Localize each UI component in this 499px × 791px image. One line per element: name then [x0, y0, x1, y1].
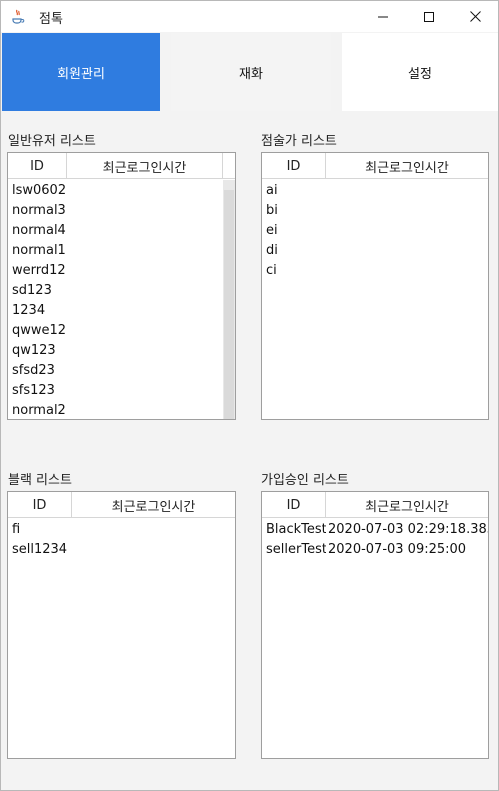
table-row[interactable]: normal3 — [8, 200, 223, 220]
table-row[interactable]: sfs123 — [8, 380, 223, 400]
scrollbar-thumb[interactable] — [224, 190, 234, 419]
column-header-label: ID — [30, 158, 44, 174]
cell-id: sell1234 — [12, 541, 68, 557]
table-row[interactable]: werrd12 — [8, 260, 223, 280]
table-header: ID 최근로그인시간 — [262, 153, 488, 179]
table-row[interactable]: qwwe12 — [8, 320, 223, 340]
cell-id: sfsd23 — [12, 362, 55, 378]
general-users-label: 일반유저 리스트 — [8, 134, 96, 149]
table-row[interactable]: BlackTest12020-07-03 02:29:18.383 — [262, 519, 488, 539]
cell-id: normal1 — [12, 242, 66, 258]
table-header: ID 최근로그인시간 — [8, 492, 235, 518]
cell-id: di — [266, 242, 278, 258]
cell-id: normal3 — [12, 202, 66, 218]
fortune-tellers-table[interactable]: ID 최근로그인시간 ai bi ei di ci — [261, 152, 489, 420]
tab-settings[interactable]: 설정 — [342, 33, 498, 111]
general-users-table[interactable]: ID 최근로그인시간 lsw0602 normal3 normal4 norma… — [7, 152, 236, 420]
cell-id: normal4 — [12, 222, 66, 238]
table-row[interactable]: ai — [262, 180, 488, 200]
table-row[interactable]: sellerTest12020-07-03 09:25:00 — [262, 539, 488, 559]
column-header-id[interactable]: ID — [8, 492, 72, 518]
java-app-icon — [10, 8, 26, 24]
cell-id: werrd12 — [12, 262, 66, 278]
table-row[interactable]: qw123 — [8, 340, 223, 360]
column-header-id[interactable]: ID — [262, 492, 326, 518]
close-icon — [469, 11, 481, 22]
cell-id: 1234 — [12, 302, 46, 318]
column-header-label: 최근로그인시간 — [111, 499, 196, 515]
column-header-id[interactable]: ID — [8, 153, 67, 179]
column-header-label: 최근로그인시간 — [365, 160, 449, 176]
column-header-label: 최근로그인시간 — [365, 499, 449, 515]
table-row[interactable]: normal2 — [8, 400, 223, 419]
cell-id: sfs123 — [12, 382, 55, 398]
maximize-button[interactable] — [406, 1, 452, 32]
table-body: ai bi ei di ci — [262, 180, 488, 280]
table-body: fi sell1234 — [8, 519, 235, 559]
cell-id: sd123 — [12, 282, 52, 298]
maximize-icon — [424, 11, 434, 22]
minimize-button[interactable] — [360, 1, 406, 32]
table-row[interactable]: lsw0602 — [8, 180, 223, 200]
table-body: lsw0602 normal3 normal4 normal1 werrd12 … — [8, 180, 223, 419]
cell-id: qwwe12 — [12, 322, 67, 338]
black-list-label: 블랙 리스트 — [8, 473, 72, 488]
column-header-id[interactable]: ID — [262, 153, 326, 179]
cell-id: fi — [12, 521, 21, 537]
cell-id: ei — [266, 222, 278, 238]
table-row[interactable]: normal4 — [8, 220, 223, 240]
cell-id: normal2 — [12, 402, 66, 418]
cell-id: lsw0602 — [12, 182, 67, 198]
table-row[interactable]: sfsd23 — [8, 360, 223, 380]
vertical-scrollbar[interactable] — [223, 180, 235, 419]
table-header: ID 최근로그인시간 — [8, 153, 235, 179]
column-header-label: ID — [32, 497, 47, 513]
app-window: 점톡 회원관리 재화 설정 일반유저 리스트 ID 최근로그인시간 lsw060… — [0, 0, 499, 791]
tab-settings-label: 설정 — [408, 66, 432, 82]
column-header-label: ID — [286, 497, 301, 513]
minimize-icon — [378, 16, 388, 17]
table-header: ID 최근로그인시간 — [262, 492, 488, 518]
tab-member-management[interactable]: 회원관리 — [2, 33, 160, 111]
fortune-tellers-label: 점술가 리스트 — [261, 134, 337, 149]
table-body: BlackTest12020-07-03 02:29:18.383 seller… — [262, 519, 488, 559]
black-list-table[interactable]: ID 최근로그인시간 fi sell1234 — [7, 491, 236, 759]
table-row[interactable]: normal1 — [8, 240, 223, 260]
column-header-last-login[interactable]: 최근로그인시간 — [326, 153, 488, 179]
table-row[interactable]: ci — [262, 260, 488, 280]
close-button[interactable] — [452, 1, 498, 32]
window-title: 점톡 — [39, 12, 63, 27]
approval-list-table[interactable]: ID 최근로그인시간 BlackTest12020-07-03 02:29:18… — [261, 491, 489, 759]
cell-id: bi — [266, 202, 278, 218]
table-row[interactable]: bi — [262, 200, 488, 220]
table-row[interactable]: sd123 — [8, 280, 223, 300]
tab-member-management-label: 회원관리 — [57, 66, 105, 82]
column-header-last-login[interactable]: 최근로그인시간 — [72, 492, 235, 518]
column-header-last-login[interactable]: 최근로그인시간 — [67, 153, 223, 179]
table-row[interactable]: di — [262, 240, 488, 260]
column-header-label: ID — [286, 158, 301, 174]
tab-currency-label: 재화 — [239, 66, 263, 82]
cell-id: ai — [266, 182, 278, 198]
table-row[interactable]: 1234 — [8, 300, 223, 320]
cell-id: ci — [266, 262, 277, 278]
cell-last-login: 2020-07-03 02:29:18.383 — [328, 521, 488, 537]
column-header-last-login[interactable]: 최근로그인시간 — [326, 492, 488, 518]
approval-list-label: 가입승인 리스트 — [261, 473, 349, 488]
table-row[interactable]: sell1234 — [8, 539, 235, 559]
table-row[interactable]: ei — [262, 220, 488, 240]
cell-id: sellerTest1 — [266, 541, 326, 557]
cell-last-login: 2020-07-03 09:25:00 — [328, 541, 467, 557]
tab-currency[interactable]: 재화 — [171, 33, 331, 111]
cell-id: BlackTest1 — [266, 521, 326, 537]
cell-id: qw123 — [12, 342, 56, 358]
column-header-label: 최근로그인시간 — [102, 160, 187, 176]
table-row[interactable]: fi — [8, 519, 235, 539]
title-bar: 점톡 — [1, 1, 498, 32]
